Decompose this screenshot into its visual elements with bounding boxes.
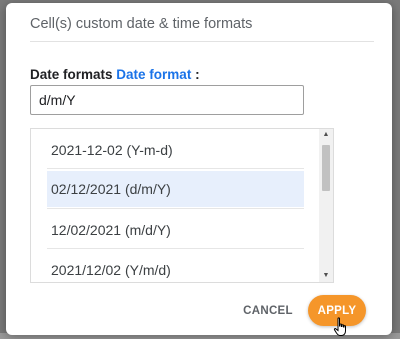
- label-prefix: Date formats: [30, 67, 113, 82]
- list-item-format[interactable]: 12/02/2021 (m/d/Y): [47, 212, 304, 248]
- format-list[interactable]: 2021-12-02 (Y-m-d) 02/12/2021 (d/m/Y) 12…: [30, 128, 334, 283]
- list-scrollbar[interactable]: ▲ ▼: [319, 129, 333, 282]
- date-format-link[interactable]: Date format: [116, 67, 191, 82]
- triangle-down-icon[interactable]: ▼: [319, 270, 333, 282]
- dialog-title: Cell(s) custom date & time formats: [30, 16, 374, 42]
- list-divider: [47, 208, 304, 209]
- date-format-label: Date formats Date format :: [30, 67, 200, 82]
- list-divider: [47, 248, 304, 249]
- list-divider: [47, 168, 304, 169]
- list-item-format-selected[interactable]: 02/12/2021 (d/m/Y): [47, 171, 304, 207]
- list-item-format[interactable]: 2021/12/02 (Y/m/d): [47, 252, 304, 282]
- list-item-format[interactable]: 2021-12-02 (Y-m-d): [47, 132, 304, 168]
- date-format-input[interactable]: [30, 85, 304, 115]
- triangle-up-icon[interactable]: ▲: [319, 129, 333, 141]
- date-format-dialog: Cell(s) custom date & time formats Date …: [6, 3, 392, 336]
- cancel-button[interactable]: CANCEL: [238, 296, 298, 326]
- hand-pointer-icon: [333, 317, 346, 336]
- scrollbar-thumb[interactable]: [322, 145, 330, 191]
- label-suffix: :: [195, 67, 200, 82]
